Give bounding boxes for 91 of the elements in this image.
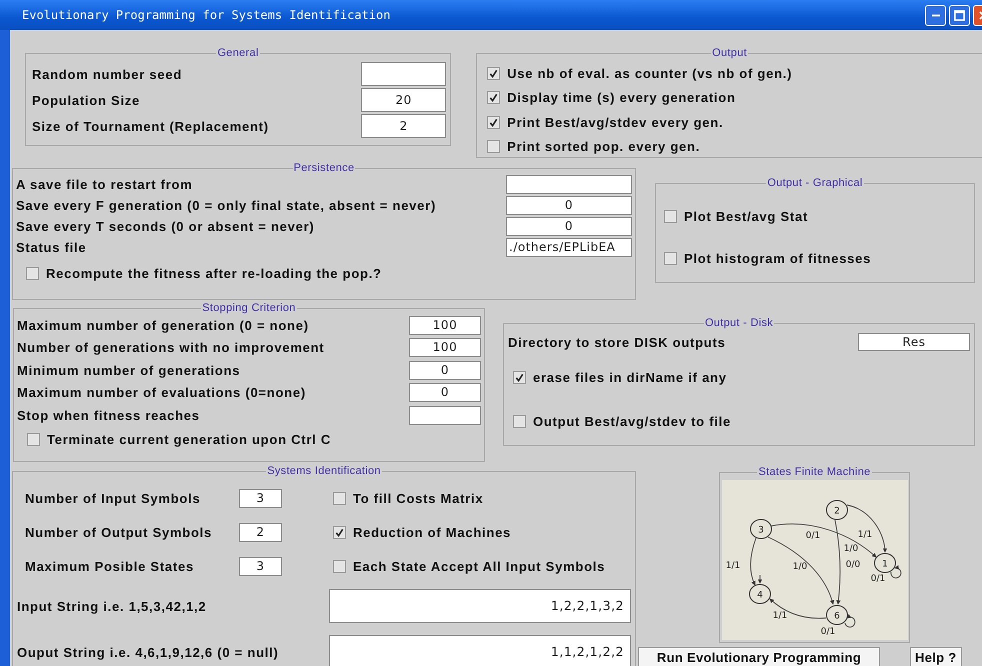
checkbox-label: Plot histogram of fitnesses bbox=[684, 250, 872, 266]
state-node: 1 bbox=[874, 553, 896, 573]
transition-label: 1/1 bbox=[858, 530, 872, 540]
field-label: Size of Tournament (Replacement) bbox=[32, 118, 269, 134]
field-label: Status file bbox=[16, 240, 86, 255]
checkbox-label: Plot Best/avg Stat bbox=[684, 208, 808, 224]
panel-title: Stopping Criterion bbox=[201, 302, 297, 314]
field-label: Number of Output Symbols bbox=[25, 524, 213, 540]
checkbox-label: Display time (s) every generation bbox=[507, 90, 736, 106]
input-field[interactable]: 2 bbox=[361, 114, 446, 138]
checkbox-label: Use nb of eval. as counter (vs nb of gen.) bbox=[507, 66, 792, 81]
input-field[interactable]: 3 bbox=[239, 556, 282, 576]
transition-label: 0/0 bbox=[846, 560, 860, 570]
state-node: 3 bbox=[750, 519, 772, 539]
checkbox[interactable] bbox=[487, 116, 500, 129]
checkbox-label: erase files in dirName if any bbox=[533, 370, 727, 384]
input-field[interactable]: 1,1,2,1,2,2 bbox=[329, 635, 631, 666]
input-field[interactable]: 100 bbox=[409, 338, 481, 358]
transition-label: 1/1 bbox=[772, 611, 788, 621]
panel-title: General bbox=[216, 47, 260, 59]
input-field[interactable]: 0 bbox=[409, 360, 481, 380]
input-field[interactable]: Res bbox=[858, 333, 970, 351]
input-field[interactable]: ./others/EPLibEA bbox=[506, 238, 632, 257]
maximize-icon bbox=[954, 10, 965, 20]
input-field[interactable]: 0 bbox=[409, 383, 481, 402]
checkbox-label: Output Best/avg/stdev to file bbox=[533, 414, 731, 428]
transition-label: 0/1 bbox=[806, 531, 820, 541]
minimize-button[interactable] bbox=[925, 4, 946, 26]
panel-title: Systems Identification bbox=[266, 465, 382, 477]
transition-label: 1/0 bbox=[844, 544, 858, 554]
checkbox[interactable] bbox=[664, 210, 677, 222]
input-field[interactable] bbox=[361, 62, 446, 86]
state-node: 4 bbox=[749, 584, 771, 604]
field-label: Number of generations with no improvement bbox=[17, 340, 324, 356]
checkbox[interactable] bbox=[27, 433, 40, 446]
field-label: Random number seed bbox=[32, 66, 182, 82]
input-field[interactable]: 3 bbox=[239, 488, 282, 508]
minimize-icon bbox=[932, 14, 940, 16]
field-label: Minimum number of generations bbox=[17, 362, 240, 378]
transition-label: 1/1 bbox=[726, 561, 740, 571]
checkbox[interactable] bbox=[664, 252, 677, 264]
field-label: Stop when fitness reaches bbox=[17, 408, 200, 423]
field-label: Population Size bbox=[32, 92, 140, 108]
input-field[interactable]: 2 bbox=[239, 522, 282, 542]
checkbox-label: Reduction of Machines bbox=[353, 524, 512, 540]
field-label: Input String i.e. 1,5,3,42,1,2 bbox=[17, 598, 206, 614]
state-node: 6 bbox=[826, 605, 848, 625]
checkbox[interactable] bbox=[513, 414, 526, 428]
state-node: 2 bbox=[826, 500, 848, 520]
input-field[interactable]: 1,2,2,1,3,2 bbox=[329, 589, 631, 623]
help-button[interactable]: Help ? bbox=[910, 647, 962, 666]
checkbox-label: Print sorted pop. every gen. bbox=[507, 139, 700, 154]
panel-title: Output - Disk bbox=[704, 317, 774, 329]
maximize-button[interactable] bbox=[949, 4, 970, 26]
transition-label: 1/0 bbox=[792, 562, 808, 572]
checkbox-label: Each State Accept All Input Symbols bbox=[353, 558, 606, 574]
field-label: Number of Input Symbols bbox=[25, 490, 202, 506]
window-title: Evolutionary Programming for Systems Identification bbox=[22, 8, 390, 22]
checkbox-label: Print Best/avg/stdev every gen. bbox=[507, 114, 724, 130]
checkbox[interactable] bbox=[487, 140, 500, 154]
input-field[interactable]: 0 bbox=[506, 196, 632, 215]
panel-title: Output bbox=[711, 47, 748, 59]
panel-title: Persistence bbox=[292, 162, 356, 174]
input-field[interactable]: 20 bbox=[361, 88, 446, 112]
panel-title: Output - Graphical bbox=[766, 177, 864, 189]
input-field[interactable] bbox=[506, 175, 632, 194]
field-label: Ouput String i.e. 4,6,1,9,12,6 (0 = null) bbox=[17, 644, 279, 660]
checkbox[interactable] bbox=[333, 560, 346, 572]
checkbox-label: Terminate current generation upon Ctrl C bbox=[47, 432, 332, 447]
checkbox[interactable] bbox=[487, 66, 500, 80]
field-label: Maximum number of evaluations (0=none) bbox=[17, 385, 306, 400]
checkbox[interactable] bbox=[513, 370, 526, 384]
input-field[interactable]: 100 bbox=[409, 316, 481, 335]
field-label: Save every T seconds (0 or absent = never) bbox=[16, 219, 314, 234]
field-label: Maximum Posible States bbox=[25, 558, 195, 574]
checkbox-label: To fill Costs Matrix bbox=[353, 490, 484, 506]
checkbox[interactable] bbox=[333, 492, 346, 504]
transition-label: 0/1 bbox=[870, 574, 886, 584]
transition-label: 0/1 bbox=[820, 627, 836, 637]
field-label: Directory to store DISK outputs bbox=[508, 334, 726, 350]
checkbox[interactable] bbox=[333, 526, 346, 538]
input-field[interactable]: 0 bbox=[506, 217, 632, 236]
field-label: A save file to restart from bbox=[16, 177, 193, 192]
checkbox[interactable] bbox=[26, 266, 39, 280]
input-field[interactable] bbox=[409, 406, 481, 425]
field-label: Save every F generation (0 = only final state, absent = never) bbox=[16, 198, 436, 213]
run-button[interactable]: Run Evolutionary Programming bbox=[638, 647, 880, 666]
field-label: Maximum number of generation (0 = none) bbox=[17, 318, 309, 333]
checkbox-label: Recompute the fitness after re-loading the pop.? bbox=[46, 266, 382, 280]
checkbox[interactable] bbox=[487, 91, 500, 104]
panel-title: States Finite Machine bbox=[757, 466, 872, 478]
